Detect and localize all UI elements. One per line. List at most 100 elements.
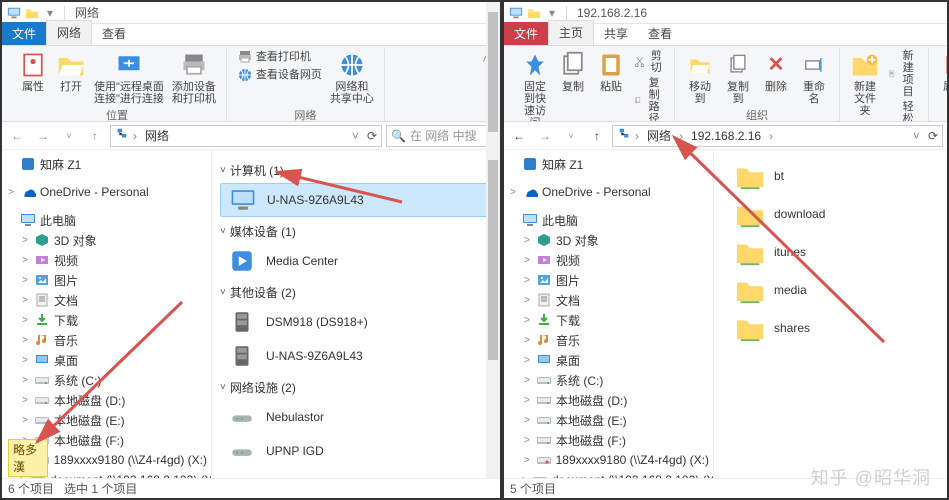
nav-item-docs[interactable]: >文档	[2, 290, 211, 310]
nav-item-sysc[interactable]: >系统 (C:)	[504, 370, 713, 390]
ribbon-view-device-web[interactable]: 查看设备网页	[233, 66, 326, 84]
chevron-icon[interactable]: >	[522, 355, 532, 366]
nav-item-locald[interactable]: >本地磁盘 (D:)	[2, 390, 211, 410]
nav-item-onedrive[interactable]: >OneDrive - Personal	[504, 182, 713, 202]
ribbon-view-printers[interactable]: 查看打印机	[233, 48, 326, 66]
ribbon-copy-path[interactable]: 复制路径	[630, 75, 668, 122]
address-bar[interactable]: › 网络 ˅ ⟳	[110, 125, 382, 147]
list-item[interactable]: U-NAS-9Z6A9L43	[220, 183, 492, 217]
addr-dropdown-icon[interactable]: ˅	[913, 129, 920, 143]
list-item[interactable]: Nebulastor	[220, 400, 492, 434]
tab-network[interactable]: 网络	[46, 20, 92, 45]
nav-item-downloads[interactable]: >下载	[2, 310, 211, 330]
nav-item-3d[interactable]: >3D 对象	[2, 230, 211, 250]
nav-forward-button[interactable]: →	[534, 125, 556, 147]
nav-item-pictures[interactable]: >图片	[2, 270, 211, 290]
ribbon-new-folder[interactable]: 新建 文件夹	[846, 48, 884, 119]
breadcrumb[interactable]: 192.168.2.16	[687, 129, 765, 143]
nav-item-videos[interactable]: >视频	[504, 250, 713, 270]
nav-back-button[interactable]: ←	[6, 125, 28, 147]
nav-item-desktop[interactable]: >桌面	[2, 350, 211, 370]
list-item[interactable]: Media Center	[220, 244, 492, 278]
chevron-icon[interactable]: >	[522, 395, 532, 406]
nav-item-zhima[interactable]: 知麻 Z1	[2, 154, 211, 174]
chevron-icon[interactable]: >	[20, 295, 30, 306]
qat-dropdown-icon[interactable]: ▾	[42, 5, 58, 21]
chevron-icon[interactable]: >	[20, 395, 30, 406]
tab-file[interactable]: 文件	[2, 22, 46, 45]
chevron-icon[interactable]: >	[522, 315, 532, 326]
nav-item-music[interactable]: >音乐	[2, 330, 211, 350]
ribbon-rename[interactable]: 重命名	[795, 48, 833, 107]
group-header[interactable]: ˅网络设施 (2)	[220, 379, 492, 396]
search-input[interactable]: 🔍在 网络 中搜	[386, 125, 496, 147]
chevron-icon[interactable]: >	[522, 335, 532, 346]
nav-item-nety[interactable]: >document (\\192.168.2.103) (Y:)	[504, 470, 713, 478]
tab-view[interactable]: 查看	[638, 22, 682, 45]
nav-item-zhima[interactable]: 知麻 Z1	[504, 154, 713, 174]
qat-icon[interactable]	[24, 5, 40, 21]
chevron-icon[interactable]: >	[522, 275, 532, 286]
chevron-icon[interactable]: >	[522, 415, 532, 426]
list-item[interactable]: media	[728, 274, 933, 306]
nav-item-videos[interactable]: >视频	[2, 250, 211, 270]
chevron-icon[interactable]: >	[508, 187, 518, 198]
chevron-icon[interactable]: >	[20, 375, 30, 386]
nav-item-docs[interactable]: >文档	[504, 290, 713, 310]
ribbon-delete[interactable]: 删除	[757, 48, 795, 95]
nav-item-sysc[interactable]: >系统 (C:)	[2, 370, 211, 390]
ribbon-easy-access[interactable]: 轻松访问	[884, 99, 922, 122]
nav-item-thispc[interactable]: 此电脑	[2, 210, 211, 230]
chevron-icon[interactable]: >	[20, 255, 30, 266]
nav-recent-icon[interactable]: ˅	[560, 125, 582, 147]
chevron-icon[interactable]: >	[6, 187, 16, 198]
chevron-icon[interactable]: >	[522, 235, 532, 246]
addr-dropdown-icon[interactable]: ˅	[352, 129, 359, 143]
chevron-icon[interactable]: >	[522, 435, 532, 446]
ribbon-properties[interactable]: 属性	[14, 48, 52, 95]
chevron-icon[interactable]: >	[20, 315, 30, 326]
nav-item-locald[interactable]: >本地磁盘 (D:)	[504, 390, 713, 410]
tab-view[interactable]: 查看	[92, 22, 136, 45]
nav-recent-icon[interactable]: ˅	[58, 125, 80, 147]
nav-pane[interactable]: 知麻 Z1 >OneDrive - Personal 此电脑>3D 对象>视频>图片…	[504, 150, 714, 478]
nav-item-3d[interactable]: >3D 对象	[504, 230, 713, 250]
chevron-icon[interactable]: >	[522, 295, 532, 306]
content-pane[interactable]: ˅计算机 (1) U-NAS-9Z6A9L43 ˅媒体设备 (1) Media Cen…	[212, 150, 500, 478]
group-header[interactable]: ˅计算机 (1)	[220, 162, 492, 179]
ribbon-remote-desktop[interactable]: 使用"远程桌面 连接"进行连接	[90, 48, 168, 107]
breadcrumb[interactable]: 网络	[643, 127, 675, 144]
group-header[interactable]: ˅其他设备 (2)	[220, 284, 492, 301]
chevron-icon[interactable]: >	[20, 335, 30, 346]
ribbon-paste[interactable]: 粘贴	[592, 48, 630, 95]
nav-item-music[interactable]: >音乐	[504, 330, 713, 350]
chevron-icon[interactable]: >	[522, 375, 532, 386]
group-header[interactable]: ˅媒体设备 (1)	[220, 223, 492, 240]
chevron-icon[interactable]: >	[20, 235, 30, 246]
nav-item-locale[interactable]: >本地磁盘 (E:)	[2, 410, 211, 430]
ribbon-copy[interactable]: 复制	[554, 48, 592, 95]
ribbon-pin[interactable]: 固定到快 速访问	[516, 48, 554, 122]
nav-item-locale[interactable]: >本地磁盘 (E:)	[504, 410, 713, 430]
nav-item-pictures[interactable]: >图片	[504, 270, 713, 290]
nav-item-netx[interactable]: >189xxxx9180 (\\Z4-r4gd) (X:)	[504, 450, 713, 470]
list-item[interactable]: DSM918 (DS918+)	[220, 305, 492, 339]
qat-dropdown-icon[interactable]: ▾	[544, 5, 560, 21]
nav-item-thispc[interactable]: 此电脑	[504, 210, 713, 230]
breadcrumb[interactable]: 网络	[141, 127, 173, 144]
ribbon-cut[interactable]: 剪切	[630, 48, 668, 75]
nav-pane[interactable]: 知麻 Z1>OneDrive - Personal此电脑>3D 对象>视频>图片…	[2, 150, 212, 478]
nav-item-desktop[interactable]: >桌面	[504, 350, 713, 370]
ribbon-copy-to[interactable]: 复制到	[719, 48, 757, 107]
list-item[interactable]: itunes	[728, 236, 933, 268]
list-item[interactable]: shares	[728, 312, 933, 344]
ribbon-move-to[interactable]: 移动到	[681, 48, 719, 107]
nav-back-button[interactable]: ←	[508, 125, 530, 147]
list-item[interactable]: download	[728, 198, 933, 230]
scrollbar[interactable]	[486, 150, 500, 478]
ribbon-properties[interactable]: 属性	[935, 48, 947, 95]
list-item[interactable]: U-NAS-9Z6A9L43	[220, 339, 492, 373]
chevron-icon[interactable]: >	[20, 415, 30, 426]
ribbon-add-device[interactable]: 添加设备 和打印机	[168, 48, 220, 107]
chevron-icon[interactable]: >	[522, 455, 532, 466]
